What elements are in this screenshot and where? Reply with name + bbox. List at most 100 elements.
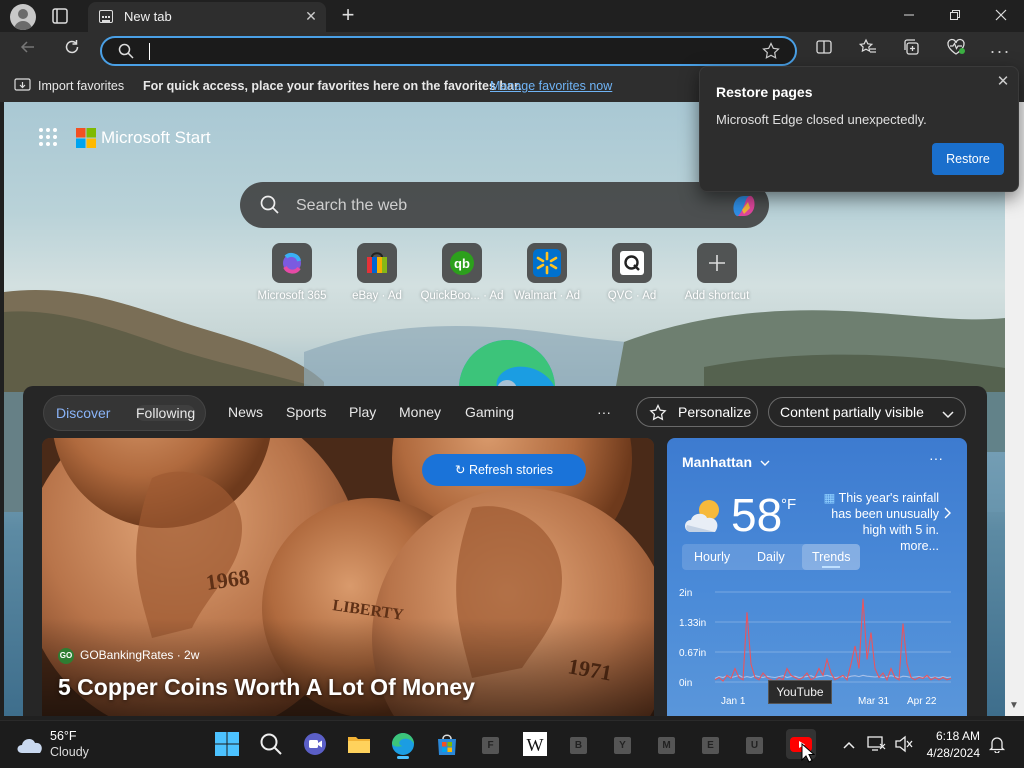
- location-chevron-down-icon[interactable]: [759, 455, 771, 473]
- profile-avatar[interactable]: [10, 4, 36, 30]
- taskbar: 56°F Cloudy F W B Y M E U 6:18 AM 4/28/2…: [0, 720, 1024, 768]
- taskbar-app-f[interactable]: F: [482, 737, 499, 754]
- taskbar-weather-temp[interactable]: 56°F: [50, 729, 77, 743]
- content-visibility-dropdown[interactable]: Content partially visible: [768, 397, 966, 427]
- ebay-icon: [357, 243, 397, 283]
- tab-daily[interactable]: Daily: [757, 550, 785, 564]
- microsoft-start-title[interactable]: Microsoft Start: [101, 128, 211, 148]
- split-screen-icon[interactable]: [810, 38, 838, 64]
- weather-card[interactable]: Manhattan ··· 58 °F ▦ This year's rainfa…: [667, 438, 967, 716]
- new-tab-button[interactable]: +: [336, 3, 360, 27]
- network-icon[interactable]: [866, 735, 886, 758]
- address-bar[interactable]: [100, 36, 797, 66]
- page-scrollbar[interactable]: ▲ ▼: [1005, 102, 1024, 716]
- nav-play[interactable]: Play: [349, 404, 376, 420]
- collections-icon[interactable]: [898, 38, 926, 64]
- file-explorer-icon[interactable]: [346, 731, 372, 757]
- plus-icon: [697, 243, 737, 283]
- personalize-star-icon: [649, 403, 667, 426]
- mouse-pointer-icon: [801, 742, 816, 768]
- tile-ebay[interactable]: eBay · Ad: [334, 243, 420, 302]
- favorite-star-icon[interactable]: [762, 42, 780, 65]
- tile-qvc[interactable]: QVC · Ad: [589, 243, 675, 302]
- scroll-down-arrow-icon[interactable]: ▼: [1009, 700, 1019, 711]
- taskbar-app-b[interactable]: B: [570, 737, 587, 754]
- story-source[interactable]: GO GOBankingRates · 2w: [58, 648, 199, 664]
- tab-hourly[interactable]: Hourly: [694, 550, 730, 564]
- search-icon[interactable]: [258, 731, 284, 757]
- refresh-stories-button[interactable]: ↻ Refresh stories: [422, 454, 586, 486]
- taskbar-app-u[interactable]: U: [746, 737, 763, 754]
- tile-walmart[interactable]: Walmart · Ad: [504, 243, 590, 302]
- clock-date[interactable]: 4/28/2024: [924, 746, 980, 760]
- search-icon: [118, 43, 134, 64]
- restore-button[interactable]: Restore: [932, 143, 1004, 175]
- import-favorites-icon: [14, 78, 31, 96]
- nav-more-icon[interactable]: ···: [597, 404, 611, 420]
- close-tab-icon[interactable]: ✕: [300, 5, 322, 27]
- refresh-icon[interactable]: [58, 38, 86, 64]
- personalize-button[interactable]: Personalize: [636, 397, 758, 427]
- tab-new-tab[interactable]: New tab ✕: [88, 2, 326, 32]
- microsoft-store-icon[interactable]: [434, 731, 460, 757]
- weather-location[interactable]: Manhattan: [682, 454, 752, 470]
- volume-muted-icon[interactable]: [894, 735, 914, 758]
- close-window-button[interactable]: [978, 0, 1024, 32]
- weather-temperature: 58: [731, 489, 783, 541]
- youtube-tooltip: YouTube: [768, 680, 832, 704]
- nav-sports[interactable]: Sports: [286, 404, 326, 420]
- settings-more-icon[interactable]: ···: [986, 38, 1014, 64]
- manage-favorites-link[interactable]: Manage favorites now: [490, 79, 612, 93]
- copilot-icon[interactable]: [728, 190, 760, 222]
- tile-add-shortcut[interactable]: Add shortcut: [674, 243, 760, 302]
- notifications-icon[interactable]: [988, 735, 1006, 758]
- web-search-box[interactable]: Search the web: [240, 182, 769, 228]
- clock-time[interactable]: 6:18 AM: [924, 729, 980, 743]
- tab-actions-icon[interactable]: [48, 5, 72, 27]
- windows-start-icon[interactable]: [214, 731, 240, 757]
- popup-title: Restore pages: [716, 84, 813, 100]
- search-icon: [260, 195, 279, 219]
- tab-trends[interactable]: Trends: [802, 544, 860, 570]
- feed-mode-switch: Discover Following: [43, 395, 206, 431]
- weather-more-icon[interactable]: ···: [929, 450, 943, 466]
- nav-news[interactable]: News: [228, 404, 263, 420]
- address-input[interactable]: [148, 42, 738, 60]
- back-arrow-icon[interactable]: [14, 38, 42, 64]
- weather-tabs: Hourly Daily Trends: [682, 544, 860, 570]
- tile-quickbooks[interactable]: qb QuickBoo... · Ad: [419, 243, 505, 302]
- tab-following[interactable]: Following: [136, 405, 196, 421]
- chevron-down-icon: [941, 407, 955, 425]
- browser-essentials-icon[interactable]: [942, 38, 970, 64]
- show-hidden-icons-chevron-icon[interactable]: [842, 737, 856, 755]
- wikipedia-icon[interactable]: W: [522, 731, 548, 757]
- tile-label: QuickBoo... · Ad: [420, 290, 504, 302]
- taskbar-app-e[interactable]: E: [702, 737, 719, 754]
- alert-chevron-right-icon[interactable]: [943, 506, 951, 524]
- import-favorites-link[interactable]: Import favorites: [38, 79, 124, 93]
- chart-y-tick-label: 1.33in: [679, 618, 706, 629]
- story-headline[interactable]: 5 Copper Coins Worth A Lot Of Money: [58, 674, 475, 701]
- cloudy-weather-icon[interactable]: [16, 733, 44, 760]
- tile-microsoft-365[interactable]: Microsoft 365: [249, 243, 335, 302]
- meet-now-icon[interactable]: [302, 731, 328, 757]
- tab-discover[interactable]: Discover: [56, 405, 110, 421]
- edge-browser-icon[interactable]: [390, 731, 416, 759]
- tab-trends-label: Trends: [812, 550, 851, 564]
- favorites-icon[interactable]: [854, 38, 882, 64]
- taskbar-weather-desc[interactable]: Cloudy: [50, 745, 89, 759]
- hero-story-card[interactable]: 1968 LIBERTY 1971 ↻ Refresh stories GOGO…: [42, 438, 654, 716]
- rain-icon: ▦: [823, 491, 839, 505]
- story-source-label: GOBankingRates · 2w: [80, 648, 200, 663]
- nav-gaming[interactable]: Gaming: [465, 404, 514, 420]
- close-icon[interactable]: ✕: [992, 71, 1014, 93]
- weather-unit[interactable]: °F: [781, 496, 796, 513]
- restore-window-button[interactable]: [932, 0, 978, 32]
- chart-y-tick-label: 0.67in: [679, 648, 706, 659]
- nav-money[interactable]: Money: [399, 404, 441, 420]
- taskbar-app-y[interactable]: Y: [614, 737, 631, 754]
- taskbar-app-m[interactable]: M: [658, 737, 675, 754]
- apps-grid-icon[interactable]: [38, 127, 58, 147]
- minimize-button[interactable]: [886, 0, 932, 32]
- chart-series-line-1: [714, 598, 952, 682]
